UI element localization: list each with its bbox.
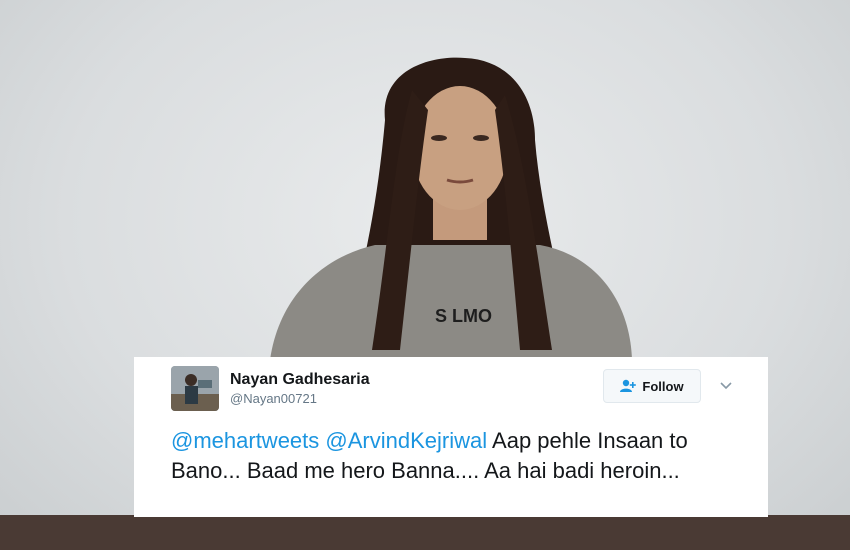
- avatar[interactable]: [171, 366, 219, 411]
- face: [412, 86, 508, 210]
- table-edge: [0, 515, 850, 550]
- right-eye: [473, 135, 489, 141]
- shirt-text: S LMO: [435, 306, 492, 326]
- left-eye: [431, 135, 447, 141]
- profile-photo-icon: [171, 366, 219, 411]
- mention-link[interactable]: @mehartweets: [171, 428, 319, 453]
- tweet-card: Nayan Gadhesaria @Nayan00721 Follow @meh…: [134, 357, 768, 517]
- author-handle[interactable]: @Nayan00721: [230, 391, 317, 406]
- chevron-down-icon[interactable]: [718, 377, 734, 393]
- follow-button-label: Follow: [642, 378, 684, 394]
- mention-link[interactable]: @ArvindKejriwal: [325, 428, 487, 453]
- tweet-text: @mehartweets @ArvindKejriwal Aap pehle I…: [171, 426, 731, 486]
- shirt: [270, 245, 632, 360]
- follow-button[interactable]: Follow: [603, 369, 701, 403]
- add-user-icon: [620, 379, 637, 392]
- author-display-name[interactable]: Nayan Gadhesaria: [230, 371, 370, 389]
